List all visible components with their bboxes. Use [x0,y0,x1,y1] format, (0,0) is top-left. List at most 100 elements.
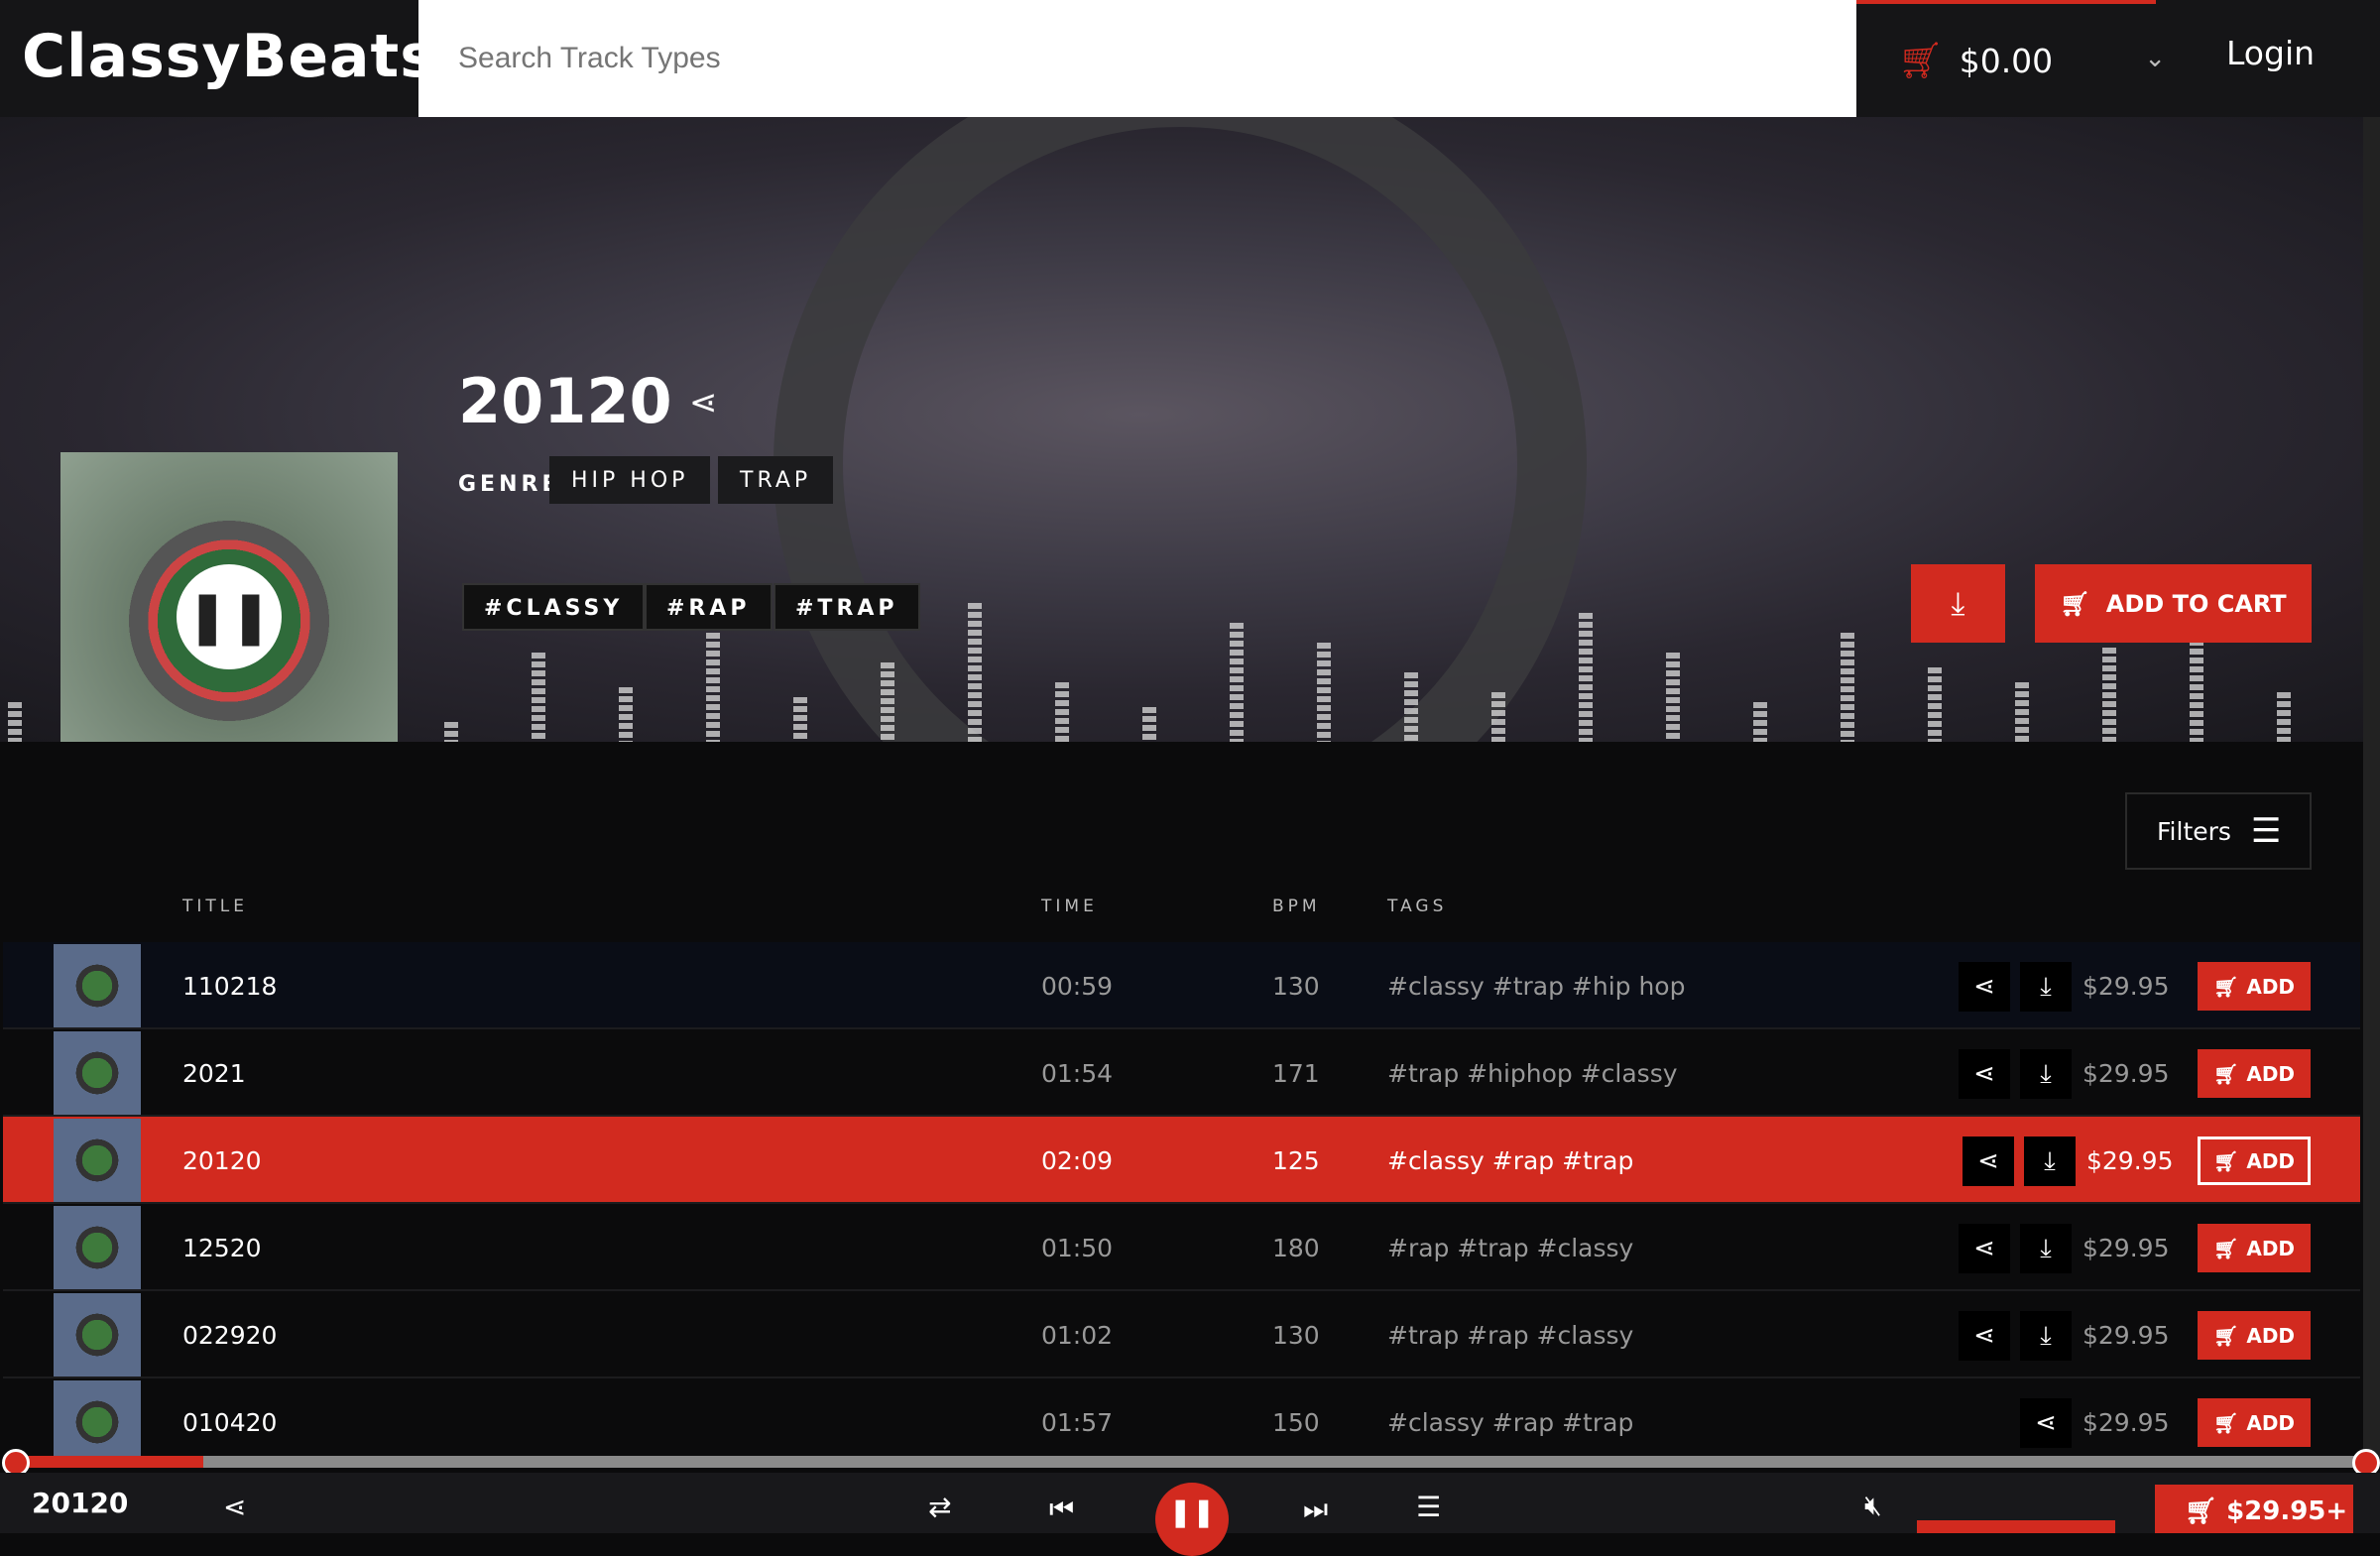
track-time: 00:59 [1041,972,1114,1001]
add-to-cart-label: ADD TO CART [2105,589,2287,618]
track-thumbnail[interactable] [54,1119,141,1202]
share-icon[interactable]: ⋖ [1959,1049,2010,1099]
share-icon[interactable]: ⋖ [1959,1224,2010,1273]
track-tags: #classy #rap #trap [1387,1146,1634,1175]
track-bpm: 130 [1272,1321,1320,1350]
previous-icon[interactable]: ⏮ [1049,1493,1074,1526]
hashtag[interactable]: #TRAP [774,583,920,631]
track-time: 01:57 [1041,1408,1114,1437]
cart-icon: 🛒︎ [2212,1061,2239,1086]
genre-tag[interactable]: TRAP [718,456,834,504]
track-price: $29.95 [2082,972,2170,1001]
hashtag[interactable]: #RAP [645,583,773,631]
track-thumbnail[interactable] [54,944,141,1027]
add-label: ADD [2246,1061,2296,1086]
genre-tag[interactable]: HIP HOP [549,456,711,504]
track-row[interactable]: 010420 01:57 150 #classy #rap #trap ⋖ $2… [3,1378,2360,1466]
add-button[interactable]: 🛒︎ ADD [2198,1311,2311,1360]
download-icon[interactable]: ⤓ [2020,1224,2072,1273]
track-title: 022920 [182,1321,278,1350]
equalizer-bar [619,687,633,742]
cart-button[interactable]: 🛒︎ $0.00 ⌄ [1856,0,2166,117]
search-input[interactable] [418,0,1856,117]
add-to-cart-button[interactable]: 🛒︎ ADD TO CART [2035,564,2312,643]
track-thumbnail[interactable] [54,1293,141,1376]
mute-icon[interactable]: 🔇︎ [1864,1489,1882,1522]
add-label: ADD [2246,974,2296,999]
track-row[interactable]: 20120 02:09 125 #classy #rap #trap ⋖ ⤓ $… [3,1117,2360,1204]
download-icon[interactable]: ⤓ [2020,1311,2072,1361]
equalizer-bar [2015,682,2029,742]
download-icon: ⤓ [1951,584,1965,622]
equalizer-bar [1317,643,1331,742]
track-tags: #rap #trap #classy [1387,1234,1634,1262]
add-label: ADD [2246,1148,2296,1173]
share-icon[interactable]: ⋖ [1963,1137,2014,1186]
pause-icon[interactable]: ❚❚ [177,564,282,669]
track-thumbnail[interactable] [54,1031,141,1115]
download-button[interactable]: ⤓ [1911,564,2005,643]
share-icon[interactable]: ⋖ [1959,1311,2010,1361]
buy-button[interactable]: 🛒︎ $29.95+ [2155,1485,2353,1533]
volume-slider[interactable] [1917,1520,2115,1533]
track-row[interactable]: 022920 01:02 130 #trap #rap #classy ⋖ ⤓ … [3,1291,2360,1378]
track-bpm: 180 [1272,1234,1320,1262]
header: ClassyBeats 🛒︎ $0.00 ⌄ Login [0,0,2380,117]
cart-icon: 🛒︎ [2212,1323,2239,1348]
equalizer-bar [1666,653,1680,742]
track-time: 02:09 [1041,1146,1114,1175]
cart-total: $0.00 [1959,41,2054,80]
share-icon[interactable]: ⋖ [2020,1398,2072,1448]
hashtag[interactable]: #CLASSY [462,583,646,631]
equalizer-bar [1055,682,1069,742]
logo[interactable]: ClassyBeats [22,22,436,91]
equalizer-bar [1579,613,1593,742]
equalizer-bar [1404,672,1418,742]
track-title: 12520 [182,1234,262,1262]
pause-button[interactable]: ❚❚ [1155,1483,1229,1556]
track-price: $29.95 [2082,1321,2170,1350]
equalizer-bar [881,662,894,742]
column-header-tags: TAGS [1387,897,1448,916]
track-tags: #trap #rap #classy [1387,1321,1634,1350]
equalizer-bar [1491,692,1505,742]
add-button[interactable]: 🛒︎ ADD [2198,1049,2311,1098]
add-button[interactable]: 🛒︎ ADD [2198,962,2311,1011]
equalizer-bar [1841,633,1854,742]
add-button[interactable]: 🛒︎ ADD [2198,1137,2311,1185]
track-title: 20120 [182,1146,262,1175]
cart-icon: 🛒︎ [1898,41,1944,81]
download-icon[interactable]: ⤓ [2020,1049,2072,1099]
track-thumbnail[interactable] [54,1380,141,1464]
login-link[interactable]: Login [2226,34,2315,72]
track-price: $29.95 [2086,1146,2174,1175]
scrollbar[interactable] [2363,117,2380,1462]
share-icon[interactable]: ⋖ [1959,962,2010,1012]
filters-button[interactable]: Filters ☰ [2125,792,2312,870]
track-bpm: 171 [1272,1059,1320,1088]
repeat-icon[interactable]: ⇄ [928,1491,951,1523]
progress-bar[interactable] [15,1456,2365,1468]
download-icon[interactable]: ⤓ [2024,1137,2076,1186]
download-icon[interactable]: ⤓ [2020,962,2072,1012]
chevron-down-icon[interactable]: ⌄ [2144,44,2166,73]
track-thumbnail[interactable] [54,1206,141,1289]
column-header-title: TITLE [182,897,248,916]
playlist-icon[interactable]: ☰ [1416,1491,1441,1523]
track-tags: #classy #rap #trap [1387,1408,1634,1437]
track-row[interactable]: 2021 01:54 171 #trap #hiphop #classy ⋖ ⤓… [3,1029,2360,1117]
track-row[interactable]: 12520 01:50 180 #rap #trap #classy ⋖ ⤓ $… [3,1204,2360,1291]
add-button[interactable]: 🛒︎ ADD [2198,1398,2311,1447]
hero-banner: ❚❚ 20120 ⋖ GENRE HIP HOP TRAP #CLASSY #R… [0,117,2380,742]
progress-fill [15,1456,203,1468]
cart-icon: 🛒︎ [2212,1236,2239,1260]
share-icon[interactable]: ⋖ [223,1491,246,1523]
background-logo-image [774,117,1587,742]
equalizer-bar [532,653,545,742]
add-button[interactable]: 🛒︎ ADD [2198,1224,2311,1272]
track-row[interactable]: 110218 00:59 130 #classy #trap #hip hop … [3,942,2360,1029]
next-icon[interactable]: ⏭ [1303,1493,1328,1526]
cart-icon: 🛒︎ [2060,589,2090,618]
share-icon[interactable]: ⋖ [689,383,718,422]
track-tags: #classy #trap #hip hop [1387,972,1686,1001]
